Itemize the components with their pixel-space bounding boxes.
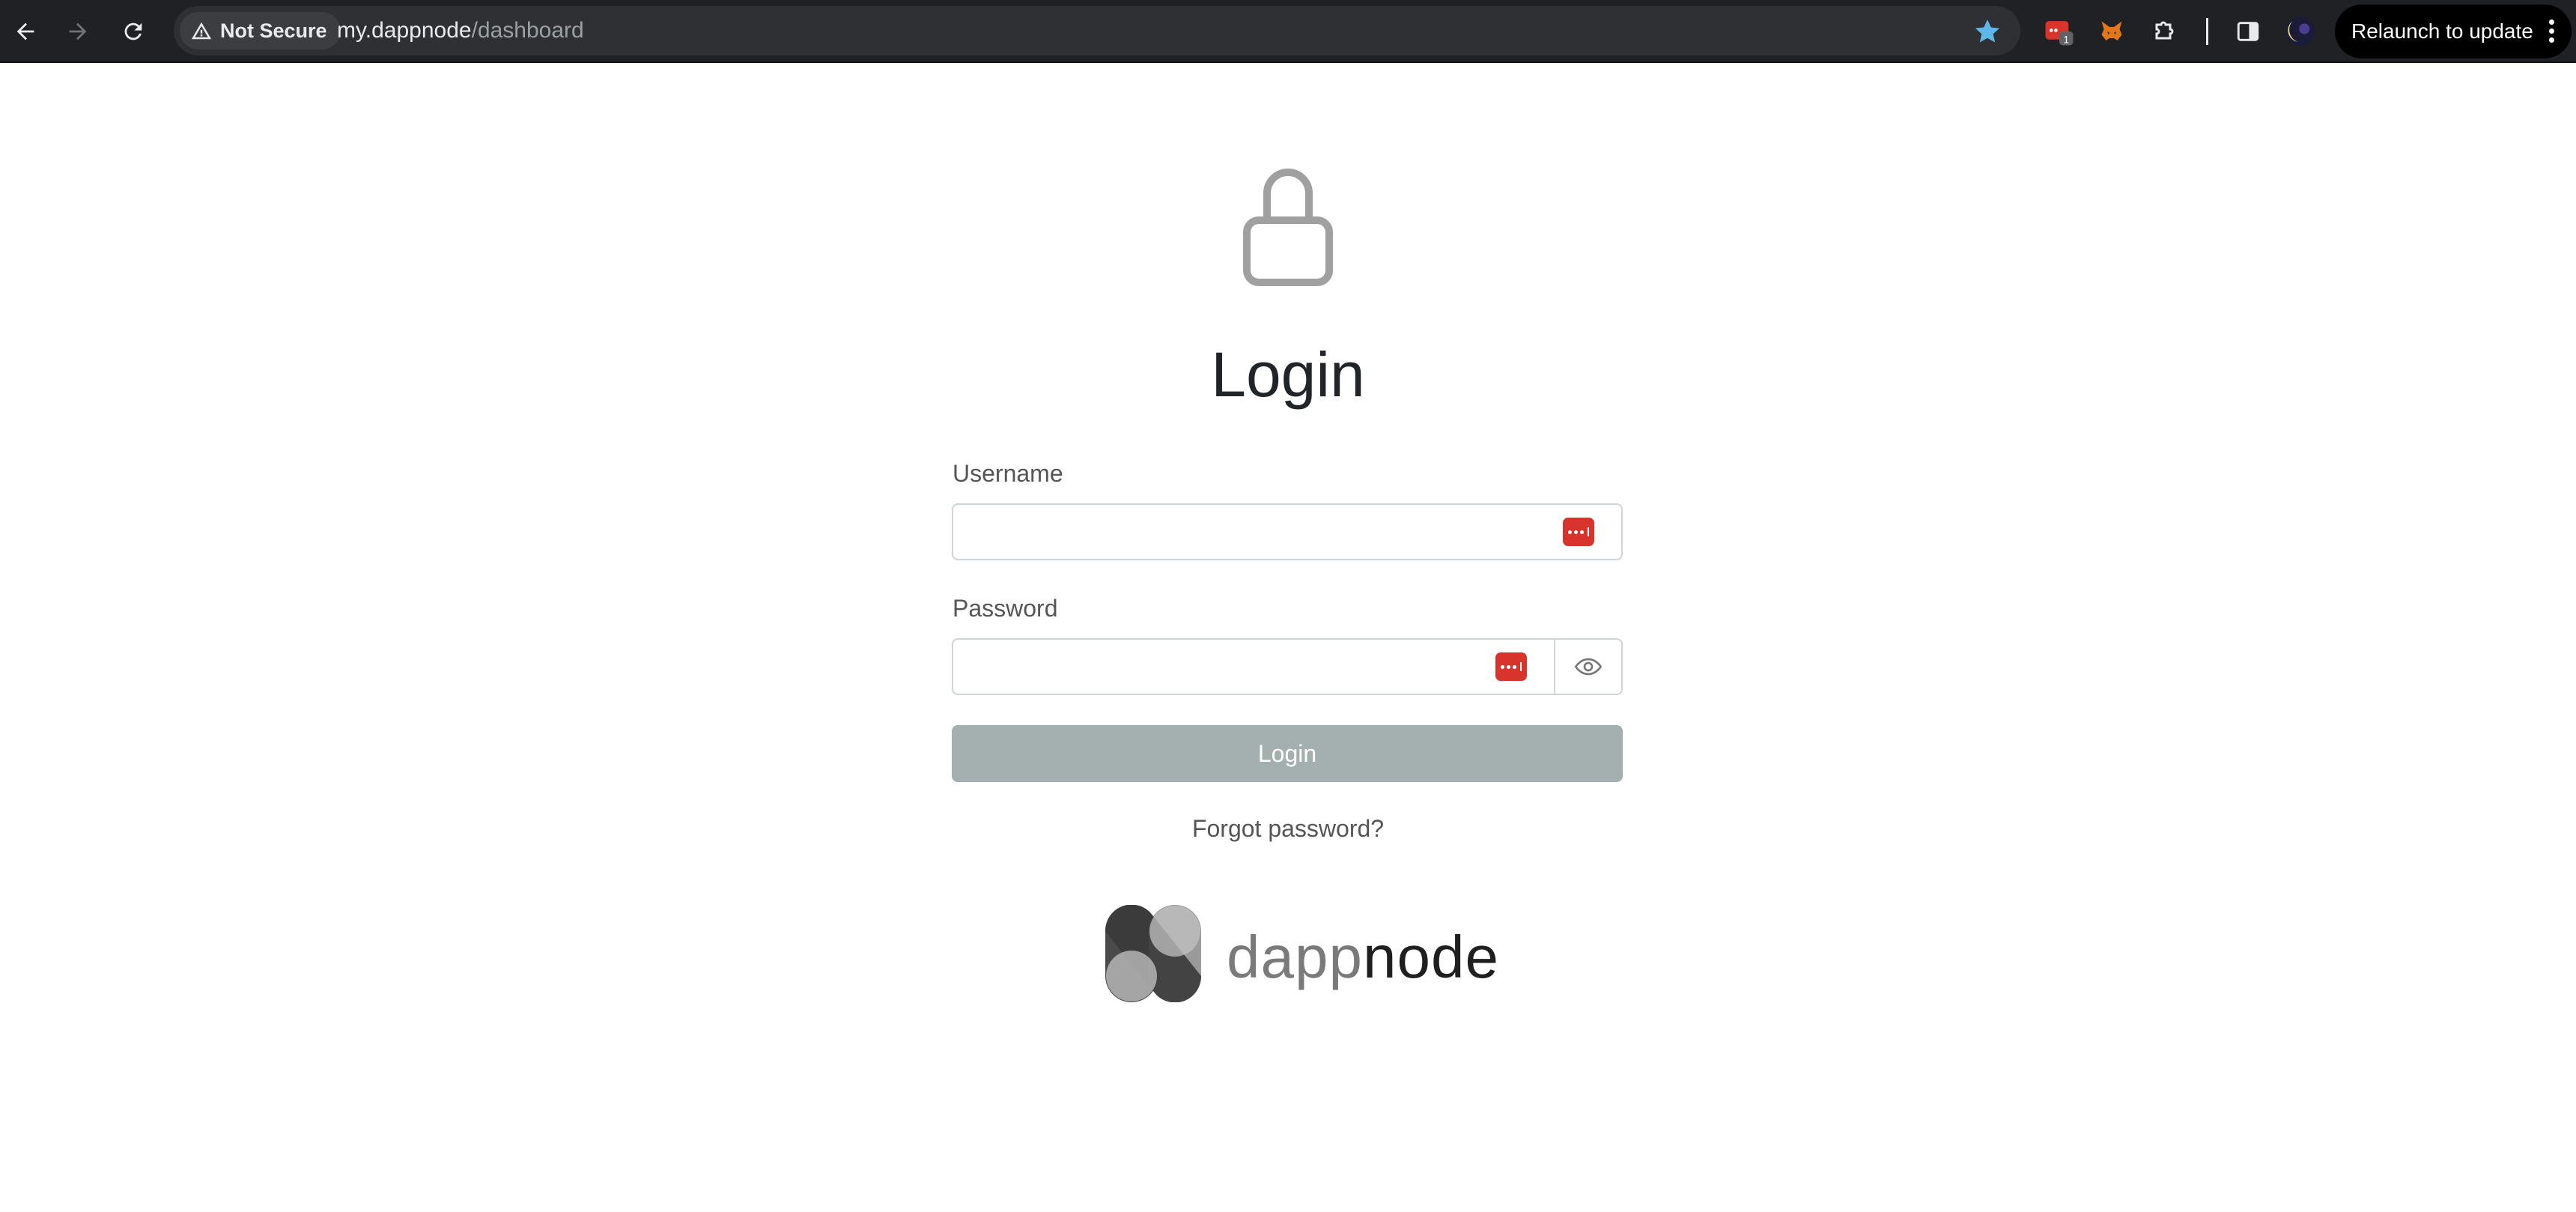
forward-button[interactable] bbox=[55, 9, 100, 54]
url-text[interactable]: my.dappnode/dashboard bbox=[337, 6, 584, 55]
side-panel-button[interactable] bbox=[2229, 12, 2267, 51]
url-host: my.dappnode bbox=[337, 18, 472, 43]
extension-button[interactable]: 1 bbox=[2040, 12, 2079, 51]
password-field[interactable] bbox=[952, 638, 1555, 695]
browser-toolbar: Not Secure my.dappnode/dashboard 1 Relau… bbox=[0, 0, 2576, 63]
show-password-toggle[interactable] bbox=[1554, 638, 1623, 695]
url-path: /dashboard bbox=[471, 18, 584, 43]
password-label: Password bbox=[953, 595, 1058, 622]
brand-part1: dapp bbox=[1227, 924, 1363, 990]
back-button[interactable] bbox=[3, 9, 48, 54]
username-label: Username bbox=[953, 460, 1063, 487]
extension-badge: 1 bbox=[2063, 33, 2069, 45]
metamask-button[interactable] bbox=[2092, 12, 2131, 51]
bookmark-star-icon[interactable] bbox=[1972, 16, 2002, 46]
password-manager-icon[interactable] bbox=[1495, 652, 1527, 681]
password-manager-icon[interactable] bbox=[1563, 518, 1594, 546]
address-bar[interactable]: Not Secure my.dappnode/dashboard bbox=[174, 6, 2020, 55]
security-chip[interactable]: Not Secure bbox=[180, 12, 341, 49]
profile-button[interactable] bbox=[2281, 12, 2320, 51]
extension-icon: 1 bbox=[2045, 21, 2074, 46]
extensions-menu-button[interactable] bbox=[2146, 12, 2185, 51]
security-chip-label: Not Secure bbox=[220, 19, 327, 42]
menu-dots-icon[interactable] bbox=[2549, 19, 2555, 43]
lock-icon bbox=[1243, 169, 1333, 286]
side-panel-icon bbox=[2237, 22, 2259, 41]
eye-icon bbox=[1574, 658, 1602, 676]
warning-icon bbox=[191, 22, 212, 40]
dappnode-logo: dappnode bbox=[1105, 905, 1498, 1002]
username-field[interactable] bbox=[952, 503, 1623, 560]
relaunch-label: Relaunch to update bbox=[2351, 19, 2533, 43]
forward-arrow-icon bbox=[69, 22, 87, 40]
puzzle-icon bbox=[2155, 21, 2174, 40]
back-arrow-icon bbox=[16, 22, 34, 40]
metamask-fox-icon bbox=[2101, 21, 2122, 40]
reload-button[interactable] bbox=[111, 9, 156, 54]
brand-part2: node bbox=[1362, 924, 1499, 990]
forgot-password-link[interactable]: Forgot password? bbox=[1063, 815, 1513, 843]
login-button[interactable]: Login bbox=[952, 725, 1623, 782]
brand-wordmark: dappnode bbox=[1227, 923, 1499, 992]
relaunch-button[interactable]: Relaunch to update bbox=[2335, 4, 2572, 58]
reload-icon bbox=[124, 22, 142, 40]
page-title: Login bbox=[1211, 339, 1365, 410]
dappnode-logo-icon bbox=[1105, 905, 1201, 1002]
profile-avatar-icon bbox=[2285, 16, 2315, 46]
toolbar-divider bbox=[2206, 18, 2208, 45]
